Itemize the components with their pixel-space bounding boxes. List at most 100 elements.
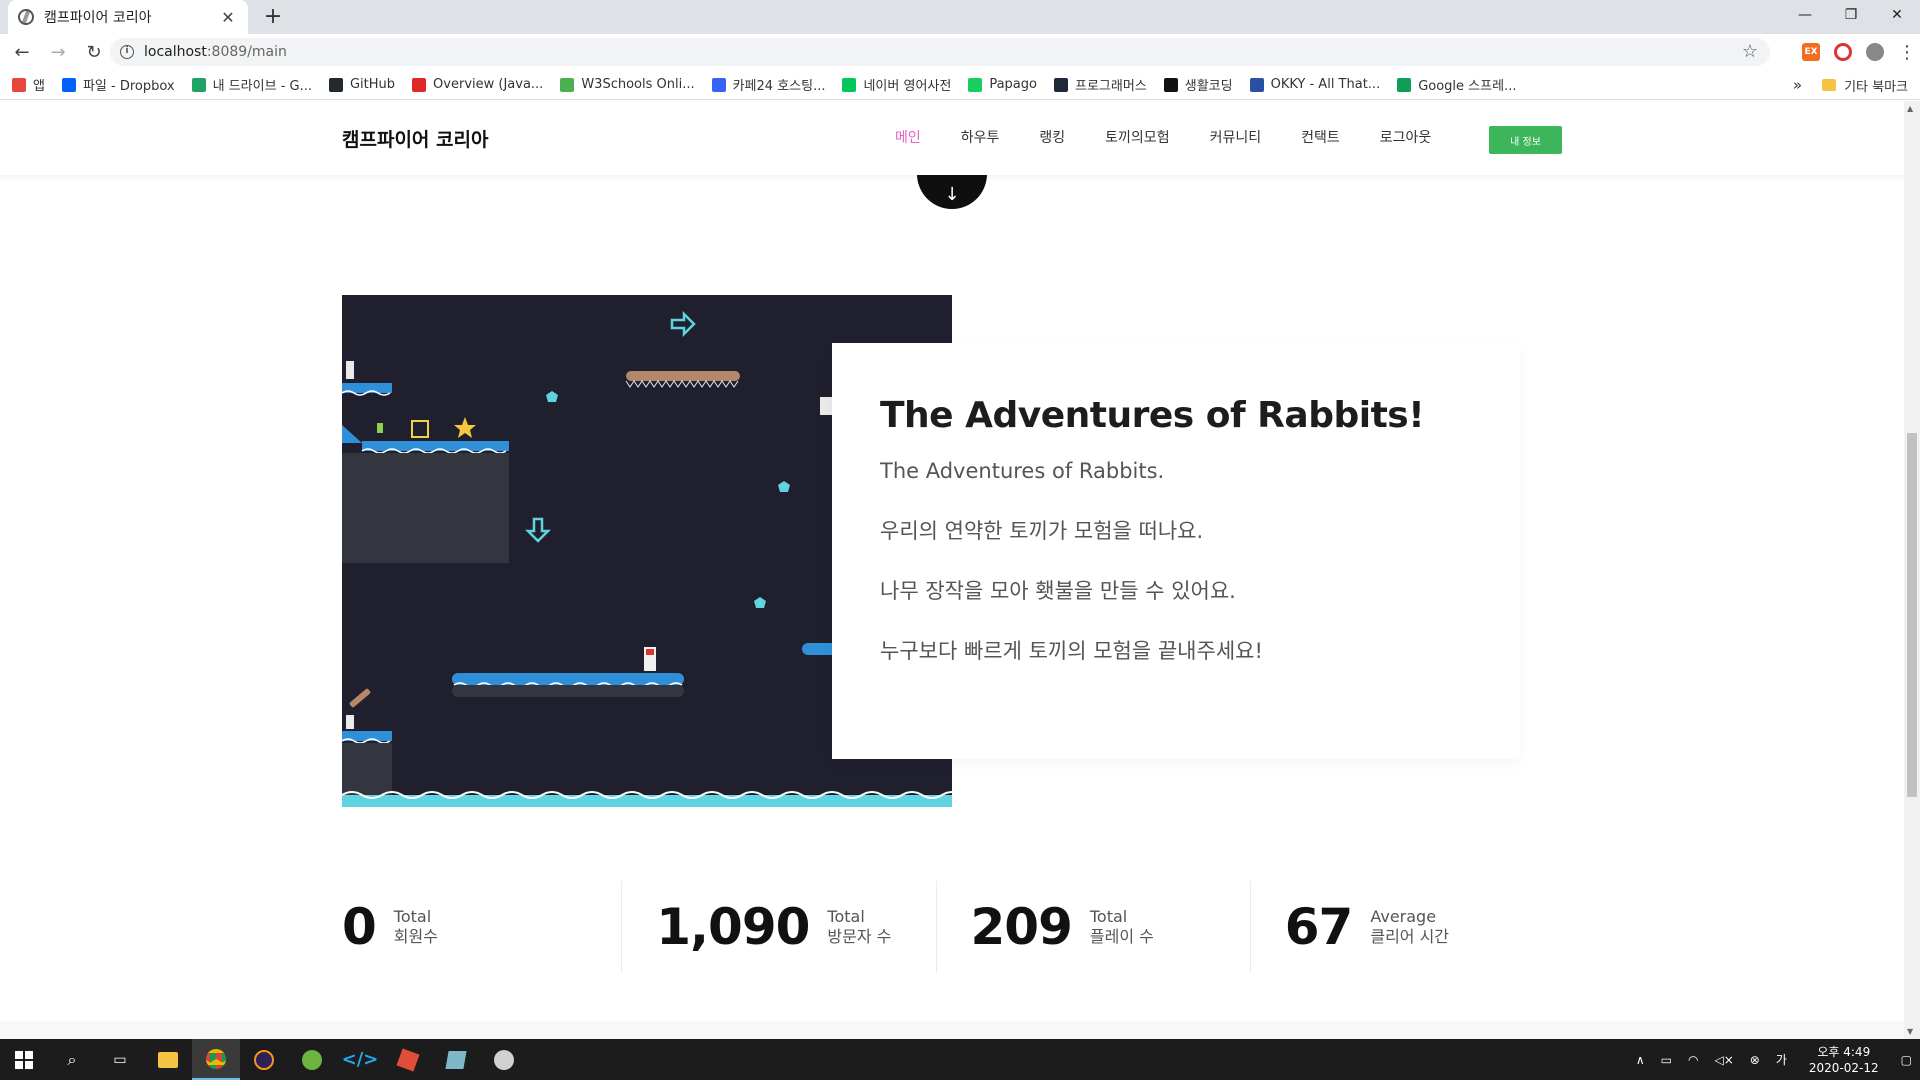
windows-start-icon[interactable] — [0, 1039, 48, 1080]
browser-tab[interactable]: 캠프파이어 코리아 ✕ — [8, 0, 248, 34]
platform-middle — [452, 673, 684, 697]
stat-visitors: 1,090 Total 방문자 수 — [621, 881, 935, 973]
bookmark-item[interactable]: 생활코딩 — [1163, 75, 1233, 94]
vscode-icon[interactable]: </> — [336, 1039, 384, 1080]
paint-icon[interactable] — [480, 1039, 528, 1080]
bookmarks-bar: 앱 파일 - Dropbox 내 드라이브 - G... GitHub Overview… — [0, 70, 1920, 100]
main-nav: 메인 하우투 랭킹 토끼의모험 커뮤니티 컨택트 로그아웃 — [895, 127, 1431, 147]
extension-block-icon[interactable] — [1834, 43, 1852, 61]
minimize-icon[interactable]: — — [1782, 0, 1828, 30]
nav-ranking[interactable]: 랭킹 — [1039, 127, 1065, 147]
profile-avatar[interactable] — [1866, 43, 1884, 61]
bookmark-item[interactable]: Google 스프레... — [1397, 75, 1516, 94]
notification-icon[interactable]: ▢ — [1901, 1053, 1912, 1067]
gem-icon — [754, 597, 766, 608]
character-sprite — [346, 361, 354, 379]
bookmark-favicon-icon — [191, 77, 206, 92]
bookmark-item[interactable]: Overview (Java... — [412, 77, 543, 92]
chrome-icon[interactable] — [192, 1039, 240, 1080]
bookmark-label: Papago — [989, 77, 1037, 92]
stat-label: Total 플레이 수 — [1089, 907, 1154, 946]
nav-main[interactable]: 메인 — [895, 127, 921, 147]
bookmark-favicon-icon — [61, 77, 76, 92]
forward-icon[interactable]: → — [44, 38, 72, 66]
bookmark-item[interactable]: 앱 — [12, 75, 45, 94]
chevron-double-right-icon[interactable]: » — [1793, 76, 1802, 94]
window-close-icon[interactable]: ✕ — [1874, 0, 1920, 30]
stat-members: 0 Total 회원수 — [342, 881, 621, 973]
scroll-up-icon[interactable]: ▲ — [1907, 104, 1913, 113]
volume-muted-icon[interactable]: ◁× — [1715, 1053, 1734, 1067]
plant-sprite — [377, 423, 383, 433]
extension-icons: EX ⋮ — [1802, 34, 1916, 70]
bookmark-item[interactable]: 프로그래머스 — [1053, 75, 1147, 94]
battery-icon[interactable]: ▭ — [1661, 1053, 1672, 1067]
info-icon[interactable]: i — [120, 45, 134, 59]
tab-title: 캠프파이어 코리아 — [44, 10, 152, 26]
bookmark-star-icon[interactable]: ☆ — [1742, 41, 1758, 62]
app-icon[interactable] — [384, 1039, 432, 1080]
bookmark-item[interactable]: OKKY - All That... — [1249, 77, 1380, 92]
bookmark-item[interactable]: 내 드라이브 - G... — [191, 75, 312, 94]
eclipse-icon[interactable] — [240, 1039, 288, 1080]
bookmark-favicon-icon — [412, 77, 427, 92]
bookmark-item[interactable]: 파일 - Dropbox — [61, 75, 175, 94]
scroll-thumb[interactable] — [1907, 433, 1917, 797]
spring-icon[interactable] — [288, 1039, 336, 1080]
page-scrollbar[interactable]: ▲ ▼ — [1904, 101, 1920, 1039]
bookmark-item[interactable]: 카페24 호스팅... — [711, 75, 825, 94]
stat-label: Average 클리어 시간 — [1370, 907, 1450, 946]
nav-howto[interactable]: 하우투 — [961, 127, 1000, 147]
wifi-icon[interactable]: ◠ — [1688, 1053, 1698, 1067]
bookmark-favicon-icon — [1249, 77, 1264, 92]
clock[interactable]: 오후 4:49 2020-02-12 — [1809, 1044, 1879, 1076]
bookmark-item[interactable]: W3Schools Onli... — [560, 77, 695, 92]
bookmark-item[interactable]: Papago — [968, 77, 1037, 92]
search-icon[interactable]: ⌕ — [48, 1039, 96, 1080]
bookmark-item[interactable]: GitHub — [328, 77, 395, 92]
nav-community[interactable]: 커뮤니티 — [1210, 127, 1262, 147]
feature-line: 나무 장작을 모아 횃불을 만들 수 있어요. — [880, 579, 1236, 603]
bookmark-favicon-icon — [328, 77, 343, 92]
player-head — [646, 649, 654, 655]
bookmark-item[interactable]: 네이버 영어사전 — [842, 75, 951, 94]
file-explorer-icon[interactable] — [144, 1039, 192, 1080]
globe-icon — [18, 9, 34, 25]
cage-sprite — [411, 420, 429, 438]
ime-icon[interactable]: 가 — [1776, 1051, 1787, 1068]
back-icon[interactable]: ← — [8, 38, 36, 66]
app-icon[interactable] — [432, 1039, 480, 1080]
bookmark-label: Google 스프레... — [1418, 79, 1517, 94]
bookmark-label: 내 드라이브 - G... — [212, 79, 312, 94]
nav-contact[interactable]: 컨택트 — [1301, 127, 1340, 147]
os-taskbar: ⌕ ▭ </> ∧ ▭ ◠ ◁× ⊗ 가 오후 4:49 2020-02-12 … — [0, 1039, 1920, 1080]
nav-logout[interactable]: 로그아웃 — [1380, 127, 1432, 147]
water — [342, 791, 952, 807]
feature-card: The Adventures of Rabbits! The Adventure… — [832, 343, 1520, 759]
feature-line: 우리의 연약한 토끼가 모험을 떠나요. — [880, 519, 1204, 543]
site-header: 캠프파이어 코리아 메인 하우투 랭킹 토끼의모험 커뮤니티 컨택트 로그아웃 … — [0, 101, 1904, 175]
chevron-up-icon[interactable]: ∧ — [1636, 1053, 1645, 1067]
new-tab-button[interactable]: + — [260, 4, 286, 29]
platform-ledge — [342, 425, 509, 563]
menu-kebab-icon[interactable]: ⋮ — [1898, 42, 1916, 63]
url-text: localhost:8089/main — [144, 44, 287, 60]
bookmark-label: 앱 — [33, 79, 45, 94]
bookmark-label: Overview (Java... — [433, 77, 544, 92]
stat-value: 0 — [342, 898, 377, 956]
restore-icon[interactable]: ❐ — [1828, 0, 1874, 30]
site-brand[interactable]: 캠프파이어 코리아 — [342, 125, 488, 152]
nav-rabbit-adventure[interactable]: 토끼의모험 — [1105, 127, 1169, 147]
my-info-button[interactable]: 내 정보 — [1489, 126, 1562, 154]
other-bookmarks[interactable]: 기타 북마크 — [1844, 76, 1908, 95]
scroll-down-icon[interactable]: ▼ — [1907, 1027, 1913, 1036]
task-view-icon[interactable]: ▭ — [96, 1039, 144, 1080]
gem-icon — [778, 481, 790, 492]
reload-icon[interactable]: ↻ — [80, 38, 108, 66]
stat-value: 209 — [970, 898, 1073, 956]
address-bar[interactable]: i localhost:8089/main ☆ — [110, 38, 1770, 66]
network-x-icon[interactable]: ⊗ — [1750, 1053, 1760, 1067]
extension-ex-icon[interactable]: EX — [1802, 43, 1820, 61]
close-icon[interactable]: ✕ — [218, 8, 238, 27]
browser-toolbar: ← → ↻ i localhost:8089/main ☆ EX ⋮ — [0, 34, 1920, 70]
